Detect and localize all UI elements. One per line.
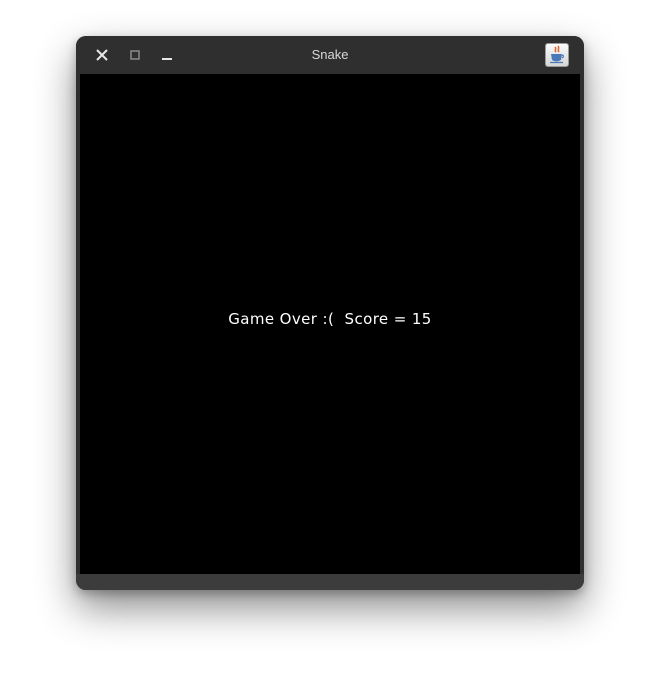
window-bottom-border [76,574,584,590]
snake-window: Snake Game Over :( Score = 15 [76,36,584,590]
java-cup-icon [545,43,569,67]
game-over-message: Game Over :( Score = 15 [228,310,432,328]
window-title: Snake [311,47,349,62]
game-canvas[interactable]: Game Over :( Score = 15 [80,74,580,574]
title-bar[interactable]: Snake [76,36,584,74]
